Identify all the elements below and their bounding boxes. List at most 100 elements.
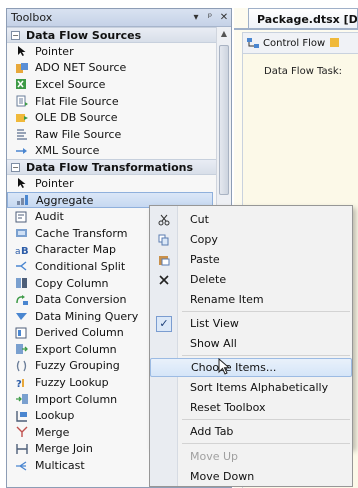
toolbox-item-label: Character Map — [35, 243, 117, 257]
toolbox-item-label: Multicast — [35, 459, 85, 473]
menu-item-reset-toolbox[interactable]: Reset Toolbox — [150, 398, 352, 417]
toolbox-item-ado-net-source[interactable]: ADO NET Source — [7, 60, 217, 77]
menu-item-cut[interactable]: Cut — [150, 210, 352, 229]
multicast-icon — [15, 460, 29, 472]
toolbox-item-pointer[interactable]: Pointer — [7, 175, 217, 192]
fuzzy-grouping-icon — [15, 360, 29, 372]
toolbox-item-label: Cache Transform — [35, 226, 128, 240]
fuzzy-lookup-icon: ? — [15, 377, 29, 389]
context-menu-lower: Move Up Move Down — [149, 447, 353, 487]
toolbox-item-label: Derived Column — [35, 326, 124, 340]
copy-column-icon — [15, 277, 29, 289]
toolbox-item-label: Data Mining Query — [35, 309, 139, 323]
toolbox-item-label: Merge — [35, 425, 70, 439]
menu-item-delete[interactable]: Delete — [150, 270, 352, 289]
toolbox-item-label: Raw File Source — [35, 127, 122, 141]
character-map-icon: aB — [15, 244, 29, 256]
export-column-icon — [15, 343, 29, 355]
category-label: Data Flow Transformations — [26, 160, 194, 174]
toolbox-item-label: Fuzzy Lookup — [35, 376, 109, 390]
toolbox-item-label: Flat File Source — [35, 94, 119, 108]
menu-item-choose-items[interactable]: Choose Items... — [150, 358, 352, 377]
toolbox-item-label: OLE DB Source — [35, 111, 118, 125]
document-tab-strip — [234, 28, 358, 30]
toolbox-item-label: Pointer — [35, 176, 74, 190]
menu-item-label: Paste — [190, 253, 220, 266]
conditional-split-icon — [15, 260, 29, 272]
collapse-icon[interactable]: − — [11, 30, 20, 40]
toolbox-item-label: Data Conversion — [35, 293, 127, 307]
category-data-flow-transformations[interactable]: − Data Flow Transformations — [7, 159, 217, 176]
menu-item-sort-items-alphabetically[interactable]: Sort Items Alphabetically — [150, 378, 352, 397]
menu-item-rename-item[interactable]: Rename Item — [150, 290, 352, 309]
cache-transform-icon — [15, 227, 29, 239]
menu-separator — [182, 311, 350, 312]
toolbox-item-xml-source[interactable]: XML Source — [7, 143, 217, 160]
menu-item-label: Move Down — [190, 470, 255, 483]
derived-column-icon — [15, 327, 29, 339]
checkmark-icon: ✓ — [156, 315, 172, 332]
toolbox-item-label: Fuzzy Grouping — [35, 359, 120, 373]
scrollbar-thumb[interactable] — [219, 45, 229, 195]
toolbox-item-flat-file-source[interactable]: Flat File Source — [7, 93, 217, 110]
menu-item-show-all[interactable]: Show All — [150, 334, 352, 353]
toolbox-item-raw-file-source[interactable]: Raw File Source — [7, 126, 217, 143]
menu-item-label: Sort Items Alphabetically — [190, 381, 329, 394]
category-data-flow-sources[interactable]: − Data Flow Sources — [7, 27, 217, 43]
menu-item-move-up[interactable]: Move Up — [150, 447, 352, 466]
tab-control-flow[interactable]: Control Flow — [263, 38, 325, 49]
import-column-icon — [15, 393, 29, 405]
toolbox-title: Toolbox — [11, 11, 53, 24]
excel-source-icon — [15, 78, 29, 90]
menu-separator — [182, 355, 350, 356]
audit-icon — [15, 211, 29, 223]
menu-item-list-view[interactable]: ✓ List View — [150, 314, 352, 333]
pointer-icon — [15, 177, 29, 189]
toolbox-item-label: Merge Join — [35, 442, 93, 456]
menu-item-add-tab[interactable]: Add Tab — [150, 422, 352, 441]
menu-item-paste[interactable]: Paste — [150, 250, 352, 269]
menu-item-move-down[interactable]: Move Down — [150, 467, 352, 486]
dropdown-arrow-icon[interactable]: ▾ — [189, 12, 203, 23]
paste-icon — [150, 254, 178, 266]
toolbox-item-excel-source[interactable]: Excel Source — [7, 76, 217, 93]
ado-net-source-icon — [15, 62, 29, 74]
data-mining-query-icon — [15, 310, 29, 322]
data-conversion-icon — [15, 294, 29, 306]
data-flow-tab-icon[interactable] — [329, 37, 341, 49]
mouse-cursor-icon — [218, 357, 232, 379]
document-tab[interactable]: Package.dtsx [De — [248, 8, 358, 28]
pin-icon[interactable]: ᵖ — [203, 12, 217, 23]
toolbox-item-label: Conditional Split — [35, 259, 126, 273]
close-icon[interactable]: ✕ — [217, 12, 231, 23]
toolbox-item-label: Excel Source — [35, 77, 106, 91]
menu-item-copy[interactable]: Copy — [150, 230, 352, 249]
lookup-icon — [15, 410, 29, 422]
toolbox-item-label: XML Source — [35, 144, 100, 158]
raw-file-source-icon — [15, 128, 29, 140]
scroll-up-icon[interactable]: ▲ — [217, 27, 231, 41]
toolbox-item-label: Export Column — [35, 342, 117, 356]
svg-text:a: a — [15, 247, 21, 256]
menu-item-label: Cut — [190, 213, 209, 226]
menu-item-label: Rename Item — [190, 293, 264, 306]
pointer-icon — [15, 45, 29, 57]
toolbox-item-label: ADO NET Source — [35, 61, 127, 75]
menu-item-label: Copy — [190, 233, 218, 246]
toolbox-item-label: Pointer — [35, 44, 74, 58]
toolbox-title-bar[interactable]: Toolbox ▾ ᵖ ✕ — [7, 9, 231, 27]
merge-join-icon — [15, 443, 29, 455]
flat-file-source-icon — [15, 95, 29, 107]
menu-item-label: List View — [190, 317, 239, 330]
toolbox-item-ole-db-source[interactable]: OLE DB Source — [7, 109, 217, 126]
toolbox-item-label: Lookup — [35, 409, 75, 423]
toolbox-item-label: Copy Column — [35, 276, 109, 290]
menu-item-label: Show All — [190, 337, 237, 350]
aggregate-icon — [16, 194, 30, 206]
copy-icon — [150, 234, 178, 246]
collapse-icon[interactable]: − — [11, 162, 20, 172]
svg-text:B: B — [21, 246, 29, 256]
menu-separator — [182, 443, 350, 444]
toolbox-item-pointer[interactable]: Pointer — [7, 43, 217, 60]
designer-tab-bar: Control Flow — [242, 32, 358, 54]
